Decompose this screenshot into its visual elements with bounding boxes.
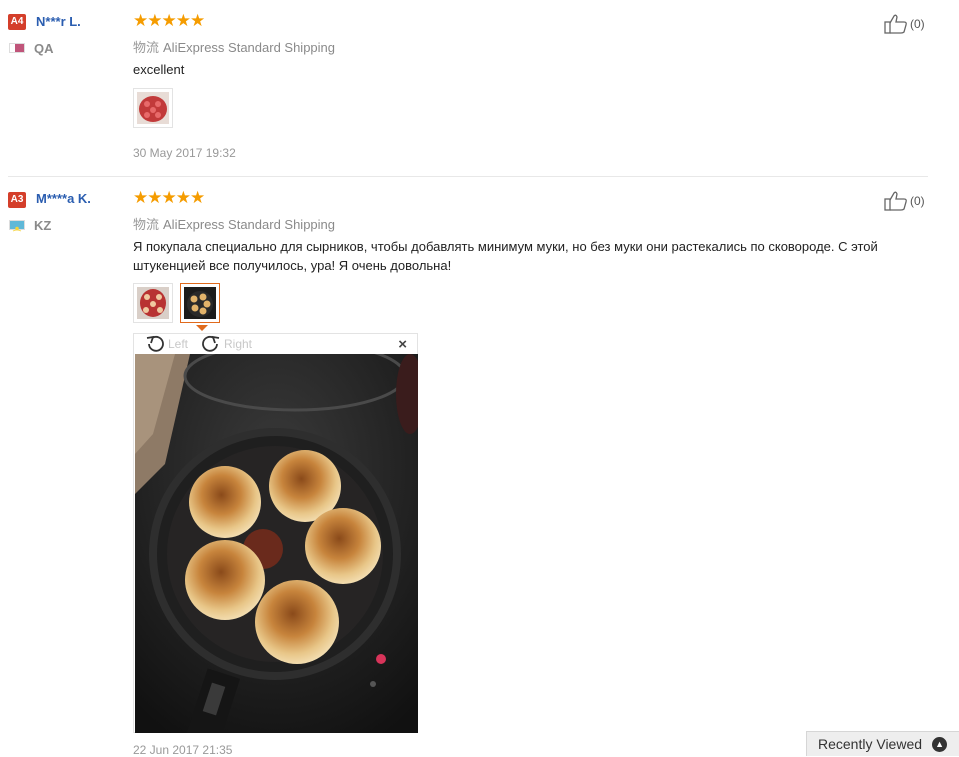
photo-viewer-toolbar: Left Right × [134,334,417,354]
photo-mold-image [137,287,169,319]
buyer-country: KZ [34,218,52,233]
review-date: 22 Jun 2017 21:35 [133,743,233,757]
buyer-name: N***r L. [36,14,81,29]
shipping-label: 物流 [133,217,160,232]
review-photo-large [135,354,418,733]
buyer-country: QA [34,41,54,56]
close-viewer-button[interactable]: × [398,336,407,353]
helpful-button[interactable]: (0) [884,14,925,34]
helpful-button[interactable]: (0) [884,191,925,211]
photo-pan-image [184,287,216,319]
helpful-count: (0) [910,17,925,31]
review-text: Я покупала специально для сырников, чтоб… [133,239,878,273]
frying-pan-photo [135,354,418,733]
buyer-level-badge: A4 [8,14,26,30]
thumbs-up-icon [884,191,907,211]
chevron-up-icon: ▲ [932,736,948,752]
country-flag-icon [9,220,25,232]
rotate-right-label: Right [224,337,253,351]
thumbnail-selection-pointer [196,325,208,331]
shipping-value: AliExpress Standard Shipping [163,40,336,55]
shipping-method: 物流 AliExpress Standard Shipping [133,214,335,233]
star-rating: ★★★★★ [133,188,205,207]
rotate-right-button[interactable]: Right [200,335,252,353]
rotate-left-icon [146,335,164,352]
thumbs-up-icon [884,14,907,34]
star-rating: ★★★★★ [133,11,205,30]
buyer-name: M****a K. [36,191,91,206]
review-text: excellent [133,62,185,77]
shipping-method: 物流 AliExpress Standard Shipping [133,37,335,56]
recently-viewed-button[interactable]: Recently Viewed ▲ [806,731,959,756]
shipping-label: 物流 [133,40,160,55]
review-photo-thumbnail[interactable] [133,283,173,323]
photo-viewer: Left Right × [133,333,418,733]
review-photo-thumbnail-selected[interactable] [180,283,220,323]
buyer-level-badge: A3 [8,192,26,208]
rotate-left-label: Left [168,337,189,351]
helpful-count: (0) [910,194,925,208]
rotate-left-button[interactable]: Left [144,335,188,353]
review-photo-thumbnail[interactable] [133,88,173,128]
shipping-value: AliExpress Standard Shipping [163,217,336,232]
rotate-right-icon [202,335,220,352]
review-divider [8,176,928,177]
photo-mold-image [137,92,169,124]
flag-emblem-icon [12,226,22,232]
review-date: 30 May 2017 19:32 [133,146,236,160]
country-flag-icon [9,43,25,53]
recently-viewed-label: Recently Viewed [818,736,923,752]
